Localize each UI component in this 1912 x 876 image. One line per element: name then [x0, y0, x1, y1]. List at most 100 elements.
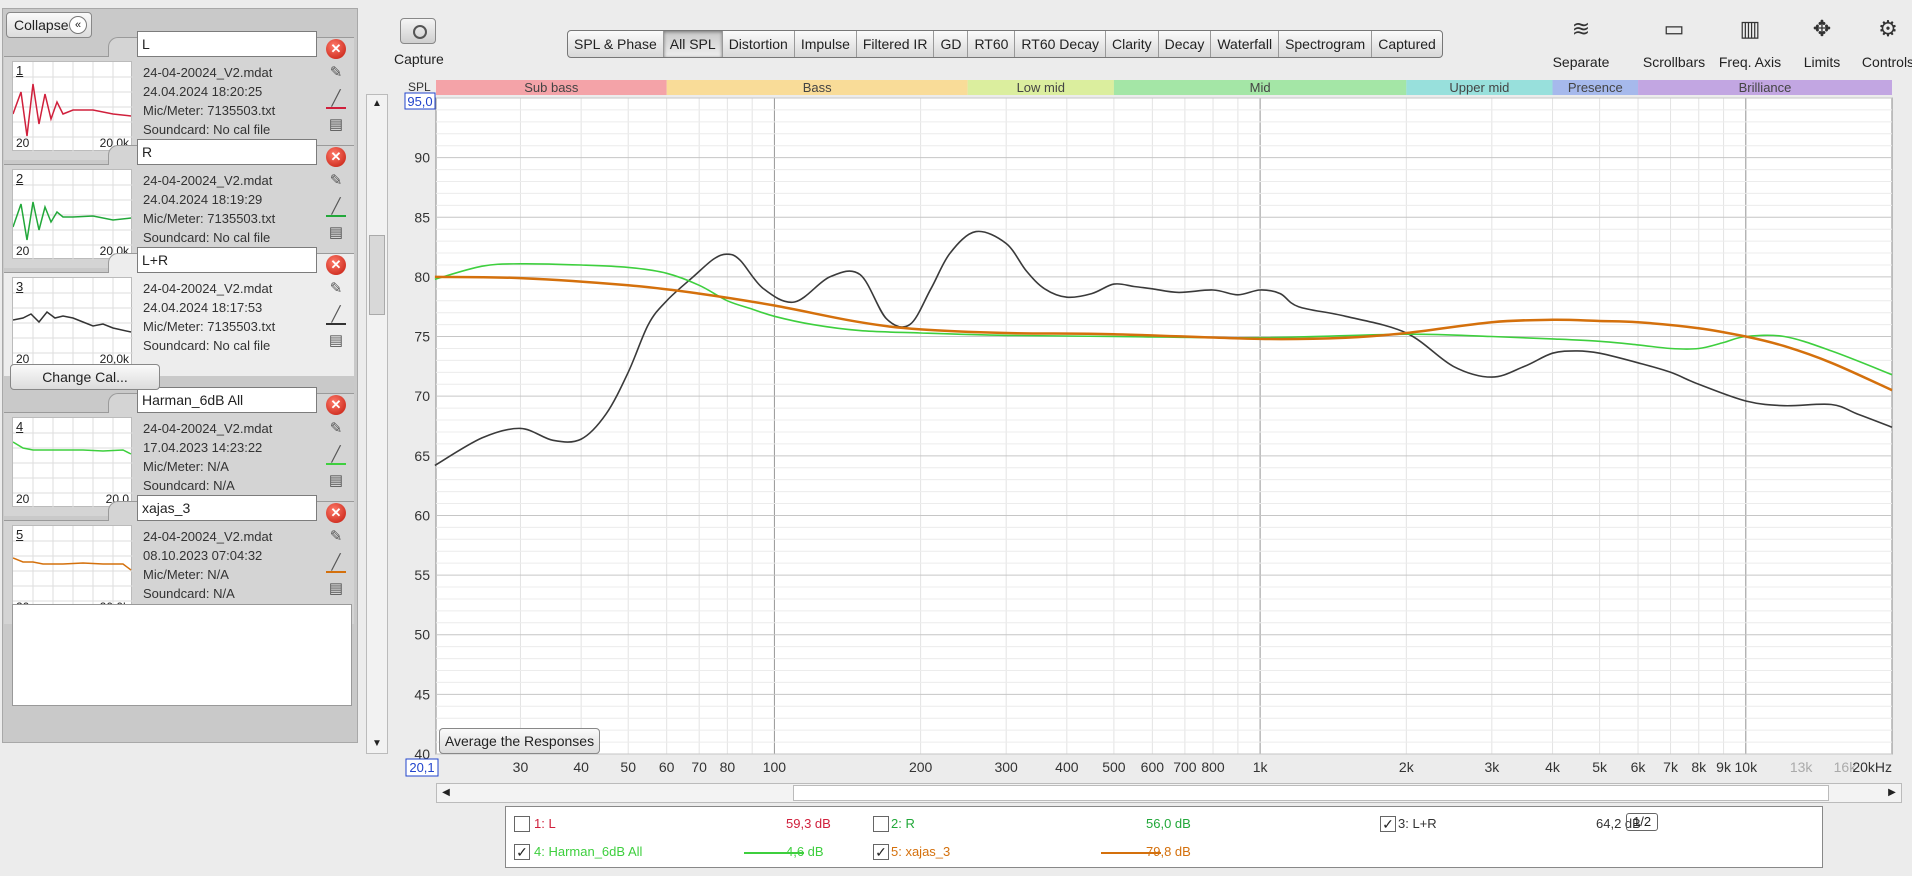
x-tick-label: 4k: [1545, 759, 1561, 775]
capture-label[interactable]: Capture: [394, 51, 444, 67]
tab-all-spl[interactable]: All SPL: [663, 31, 723, 57]
mini-graph[interactable]: 3 20 20,0k: [12, 277, 133, 368]
trace-checkbox[interactable]: ✓: [514, 844, 530, 860]
measurement-card[interactable]: L+R ✕ 3 20 20,0k 24-04-20024_V2.mdat 24.04.202…: [4, 247, 354, 376]
trace-checkbox[interactable]: ✓: [873, 844, 889, 860]
soundcard-cal: Soundcard: No cal file: [143, 338, 271, 353]
mini-axis-low: 20: [16, 492, 30, 506]
mini-graph[interactable]: 1 20 20,0k: [12, 61, 133, 152]
scroll-right-icon[interactable]: ▶: [1883, 784, 1901, 802]
info-edit-icon[interactable]: ✎: [326, 419, 346, 439]
separate-button[interactable]: ≋ Separate: [1541, 14, 1621, 76]
measurement-name-input[interactable]: R: [137, 139, 317, 165]
notes-box[interactable]: [12, 604, 352, 706]
tab-rt60[interactable]: RT60: [968, 31, 1016, 57]
info-edit-icon[interactable]: ✎: [326, 63, 346, 83]
x-tick-label: 50: [620, 759, 636, 775]
measurement-name-input[interactable]: xajas_3: [137, 495, 317, 521]
file-name: 24-04-20024_V2.mdat: [143, 529, 273, 544]
spl-plot[interactable]: Sub bass Bass Low mid Mid Upper mid Presence B…: [390, 74, 1902, 790]
trace-checkbox[interactable]: ✓: [1380, 816, 1396, 832]
y-tick-label: 55: [414, 567, 430, 583]
x-tick-label: 9k: [1716, 759, 1732, 775]
smoothing-selector[interactable]: 1/2: [1626, 813, 1659, 831]
tab-gd[interactable]: GD: [934, 31, 969, 57]
notes-icon[interactable]: ▤: [326, 471, 346, 491]
mini-axis-low: 20: [16, 244, 30, 258]
pen-color-icon[interactable]: ╱: [326, 197, 346, 217]
measurement-index: 3: [16, 279, 24, 294]
average-responses-button[interactable]: Average the Responses: [439, 728, 600, 754]
scroll-left-icon[interactable]: ◀: [437, 784, 455, 802]
trace-line-sample: [744, 852, 804, 854]
panel-vertical-scrollbar[interactable]: ▲ ▼: [366, 94, 388, 754]
trace-label: 5: xajas_3: [891, 844, 951, 859]
tab-spl-phase[interactable]: SPL & Phase: [568, 31, 664, 57]
tab-captured[interactable]: Captured: [1372, 31, 1442, 57]
trace-checkbox[interactable]: [514, 816, 530, 832]
mini-graph[interactable]: 4 20 20,0: [12, 417, 133, 508]
tab-rt60-decay[interactable]: RT60 Decay: [1015, 31, 1106, 57]
x-tick-label: 8k: [1691, 759, 1707, 775]
x-tick-label: 2k: [1399, 759, 1415, 775]
change-cal-button[interactable]: Change Cal...: [10, 364, 160, 390]
graph-tabs: SPL & Phase All SPL Distortion Impulse Filte…: [567, 30, 1443, 58]
tab-clarity[interactable]: Clarity: [1106, 31, 1159, 57]
tab-waterfall[interactable]: Waterfall: [1211, 31, 1280, 57]
scrollbars-button[interactable]: ▭ Scrollbars: [1634, 14, 1714, 76]
scroll-up-icon[interactable]: ▲: [367, 95, 387, 113]
controls-button[interactable]: ⚙ Controls: [1848, 14, 1912, 76]
notes-icon[interactable]: ▤: [326, 223, 346, 243]
soundcard-cal: Soundcard: No cal file: [143, 230, 271, 245]
tab-spectrogram[interactable]: Spectrogram: [1279, 31, 1373, 57]
close-icon[interactable]: ✕: [326, 503, 346, 523]
x-tick-label: 6k: [1631, 759, 1647, 775]
info-edit-icon[interactable]: ✎: [326, 279, 346, 299]
tab-filtered-ir[interactable]: Filtered IR: [857, 31, 935, 57]
notes-icon[interactable]: ▤: [326, 115, 346, 135]
close-icon[interactable]: ✕: [326, 147, 346, 167]
y-tick-label: 80: [414, 269, 430, 285]
measurement-date: 24.04.2024 18:19:29: [143, 192, 263, 207]
measurement-name-input[interactable]: Harman_6dB All: [137, 387, 317, 413]
pen-color-icon[interactable]: ╱: [326, 553, 346, 573]
trace-value: 56,0 dB: [1146, 816, 1191, 831]
measurement-name-input[interactable]: L+R: [137, 247, 317, 273]
y-tick-label: 85: [414, 209, 430, 225]
mini-graph[interactable]: 2 20 20,0k: [12, 169, 133, 260]
tab-distortion[interactable]: Distortion: [723, 31, 795, 57]
scrollbar-thumb[interactable]: [369, 235, 385, 315]
notes-icon[interactable]: ▤: [326, 579, 346, 599]
scroll-down-icon[interactable]: ▼: [367, 735, 387, 753]
tab-decay[interactable]: Decay: [1159, 31, 1212, 57]
freq-axis-button[interactable]: ▥ Freq. Axis: [1710, 14, 1790, 76]
close-icon[interactable]: ✕: [326, 395, 346, 415]
pen-color-icon[interactable]: ╱: [326, 89, 346, 109]
trace-label: 2: R: [891, 816, 915, 831]
tool-label: Separate: [1552, 54, 1610, 70]
double-chevron-left-icon: «: [69, 16, 87, 34]
x-tick-label: 70: [691, 759, 707, 775]
mini-graph[interactable]: 52020,0k: [12, 525, 133, 616]
x-left-limit: 20,1: [409, 760, 434, 775]
pen-color-icon[interactable]: ╱: [326, 305, 346, 325]
measurement-date: 17.04.2023 14:23:22: [143, 440, 263, 455]
camera-icon[interactable]: [400, 18, 436, 44]
info-edit-icon[interactable]: ✎: [326, 171, 346, 191]
close-icon[interactable]: ✕: [326, 255, 346, 275]
y-tick-label: 65: [414, 448, 430, 464]
scrollbar-thumb[interactable]: [793, 785, 1829, 801]
pen-color-icon[interactable]: ╱: [326, 445, 346, 465]
info-edit-icon[interactable]: ✎: [326, 527, 346, 547]
freq-axis-icon: ▥: [1739, 16, 1761, 41]
tab-impulse[interactable]: Impulse: [795, 31, 857, 57]
notes-icon[interactable]: ▤: [326, 331, 346, 351]
close-icon[interactable]: ✕: [326, 39, 346, 59]
plot-horizontal-scrollbar[interactable]: ◀ ▶: [436, 783, 1902, 803]
x-tick-label: 400: [1055, 759, 1079, 775]
measurement-index: 5: [16, 527, 24, 542]
trace-checkbox[interactable]: [873, 816, 889, 832]
measurement-name-input[interactable]: L: [137, 31, 317, 57]
collapse-button[interactable]: Collapse «: [6, 12, 92, 38]
x-tick-label: 500: [1102, 759, 1126, 775]
